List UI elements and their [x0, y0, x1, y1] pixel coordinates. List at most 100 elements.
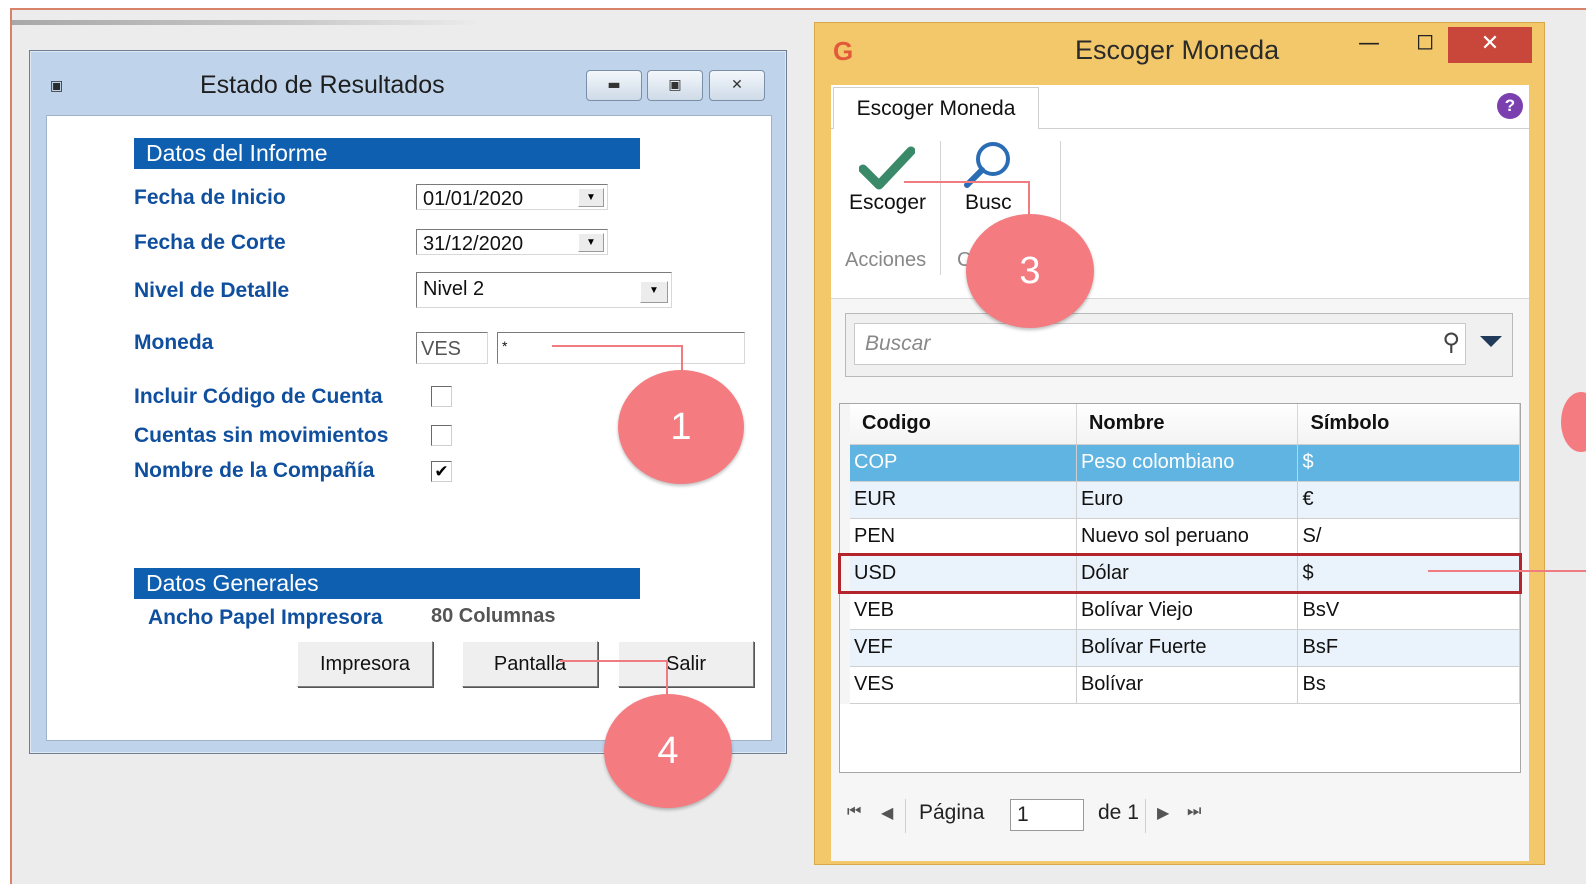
search-input[interactable]: Buscar: [854, 323, 1466, 365]
moneda-code-field[interactable]: VES: [416, 332, 488, 364]
table-row[interactable]: VEF Bolívar Fuerte BsF: [839, 629, 1520, 667]
impresora-button[interactable]: Impresora: [297, 641, 433, 687]
buscar-button[interactable]: Busc: [949, 139, 1039, 219]
callout-line-1: [552, 345, 682, 347]
frame-shadow-line: [12, 20, 482, 25]
nombre-compania-checkbox[interactable]: ✔: [431, 461, 452, 482]
callout-badge-1: 1: [618, 370, 744, 484]
ribbon-panel: Escoger Busc Acciones C: [831, 129, 1529, 299]
page-total: de 1: [1098, 801, 1139, 824]
cell-simbolo: BsV: [1297, 592, 1520, 630]
currency-grid: Codigo Nombre Símbolo COP Peso colombian…: [839, 403, 1521, 773]
column-header-simbolo[interactable]: Símbolo: [1297, 404, 1520, 445]
currency-table: Codigo Nombre Símbolo COP Peso colombian…: [839, 404, 1520, 704]
buscar-label: Busc: [965, 191, 1012, 214]
pager: ⏮ ◀ Página 1 de 1 ▶ ⏭: [839, 789, 1521, 849]
first-page-icon[interactable]: ⏮: [847, 803, 861, 821]
table-row[interactable]: VEB Bolívar Viejo BsV: [839, 592, 1520, 630]
cell-nombre: Bolívar Viejo: [1076, 592, 1299, 630]
cell-simbolo: $: [1297, 555, 1520, 593]
nivel-detalle-value: Nivel 2: [423, 278, 485, 300]
incluir-codigo-label: Incluir Código de Cuenta: [134, 385, 383, 408]
ribbon-group-acciones: Acciones: [845, 249, 927, 271]
column-header-nombre[interactable]: Nombre: [1076, 404, 1299, 445]
cuentas-sin-movimientos-label: Cuentas sin movimientos: [134, 424, 389, 447]
cell-nombre: Nuevo sol peruano: [1076, 518, 1299, 556]
tab-escoger-moneda[interactable]: Escoger Moneda: [833, 87, 1039, 131]
cell-nombre: Peso colombiano: [1076, 444, 1299, 482]
fecha-corte-picker[interactable]: 31/12/2020 ▼: [416, 229, 608, 255]
section-datos-generales: Datos Generales: [134, 568, 640, 599]
callout-line-4: [560, 660, 668, 662]
chevron-down-icon[interactable]: ▼: [640, 281, 668, 303]
chevron-down-icon[interactable]: ▼: [578, 233, 604, 252]
cell-simbolo: $: [1297, 444, 1520, 482]
column-header-codigo[interactable]: Codigo: [839, 404, 1077, 445]
salir-button[interactable]: Salir: [618, 641, 754, 687]
ancho-papel-label: Ancho Papel Impresora: [148, 606, 383, 629]
table-row[interactable]: COP Peso colombiano $: [839, 444, 1520, 482]
minimize-button[interactable]: ▬: [586, 70, 642, 101]
fecha-inicio-label: Fecha de Inicio: [134, 186, 286, 209]
escoger-label: Escoger: [849, 191, 927, 214]
pantalla-button[interactable]: Pantalla: [462, 641, 598, 687]
moneda-label: Moneda: [134, 331, 214, 354]
close-button[interactable]: ✕: [1448, 27, 1532, 63]
table-header-row: Codigo Nombre Símbolo: [839, 404, 1520, 445]
cell-codigo: COP: [839, 444, 1077, 482]
callout-line-right: [1428, 570, 1586, 572]
maximize-button[interactable]: ▣: [647, 70, 703, 101]
search-bar: Buscar ⚲: [845, 313, 1513, 377]
next-page-icon[interactable]: ▶: [1157, 803, 1169, 823]
callout-line-3: [1028, 181, 1030, 217]
cell-nombre: Euro: [1076, 481, 1299, 519]
cell-codigo: USD: [839, 555, 1077, 593]
maximize-icon[interactable]: ◻: [1416, 29, 1434, 54]
page-number-input[interactable]: 1: [1010, 799, 1084, 831]
ribbon-separator: [940, 141, 941, 275]
cell-simbolo: Bs: [1297, 666, 1520, 704]
callout-badge-4: 4: [604, 694, 732, 808]
minimize-icon[interactable]: —: [1358, 31, 1380, 56]
nivel-detalle-select[interactable]: Nivel 2 ▼: [416, 272, 672, 308]
help-icon[interactable]: ?: [1497, 93, 1523, 119]
fecha-inicio-value: 01/01/2020: [423, 188, 524, 210]
prev-page-icon[interactable]: ◀: [881, 803, 893, 823]
cell-codigo: EUR: [839, 481, 1077, 519]
fecha-corte-label: Fecha de Corte: [134, 231, 286, 254]
report-window-icon: ▣: [50, 78, 64, 94]
window-title: Estado de Resultados: [200, 71, 445, 99]
moneda-field[interactable]: *: [497, 332, 745, 364]
cuentas-sin-movimientos-checkbox[interactable]: [431, 425, 452, 446]
table-row[interactable]: PEN Nuevo sol peruano S/: [839, 518, 1520, 556]
cell-simbolo: €: [1297, 481, 1520, 519]
table-row[interactable]: USD Dólar $: [839, 555, 1520, 593]
fecha-inicio-picker[interactable]: 01/01/2020 ▼: [416, 184, 608, 210]
dropdown-arrow-icon[interactable]: [1480, 336, 1502, 347]
table-row[interactable]: EUR Euro €: [839, 481, 1520, 519]
pager-separator: [905, 799, 906, 833]
checkmark-icon: [859, 146, 915, 190]
content-area: Buscar ⚲ Codigo Nombre Símbolo COP Peso …: [831, 299, 1529, 861]
pantalla-label: Pantalla: [493, 653, 567, 675]
cell-nombre: Bolívar Fuerte: [1076, 629, 1299, 667]
salir-label: Salir: [665, 653, 706, 675]
incluir-codigo-checkbox[interactable]: [431, 386, 452, 407]
escoger-button[interactable]: Escoger: [845, 139, 935, 219]
fecha-corte-value: 31/12/2020: [423, 233, 524, 255]
cell-codigo: PEN: [839, 518, 1077, 556]
table-row[interactable]: VES Bolívar Bs: [839, 666, 1520, 704]
last-page-icon[interactable]: ⏭: [1187, 803, 1201, 821]
cell-simbolo: S/: [1297, 518, 1520, 556]
pager-separator: [1145, 799, 1146, 833]
chevron-down-icon[interactable]: ▼: [578, 188, 604, 207]
cell-codigo: VEF: [839, 629, 1077, 667]
dialog-body: Escoger Moneda ? Escoger Busc Acciones C: [831, 85, 1529, 861]
section-datos-informe: Datos del Informe: [134, 138, 640, 169]
search-icon[interactable]: ⚲: [1442, 328, 1460, 356]
cell-nombre: Dólar: [1076, 555, 1299, 593]
cell-simbolo: BsF: [1297, 629, 1520, 667]
ribbon-tabs: Escoger Moneda ?: [831, 85, 1529, 131]
nombre-compania-label: Nombre de la Compañía: [134, 459, 375, 482]
close-button[interactable]: ✕: [709, 70, 765, 101]
